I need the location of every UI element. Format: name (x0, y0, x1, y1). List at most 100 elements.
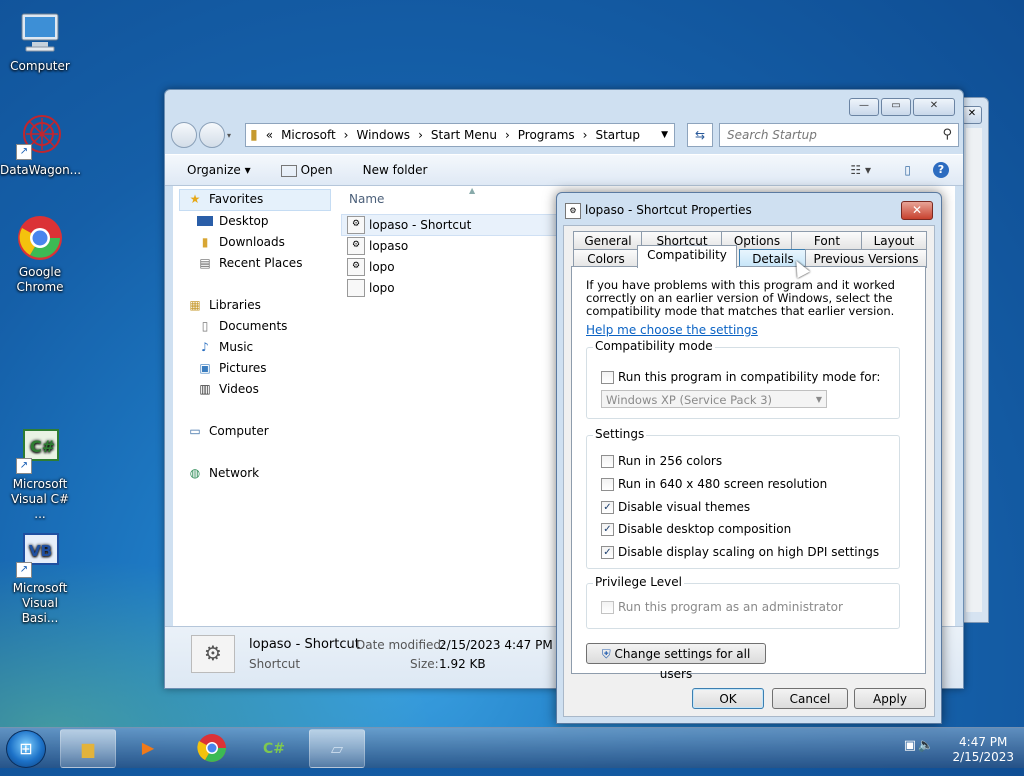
breadcrumb-microsoft[interactable]: Microsoft (281, 128, 336, 142)
nav-favorites[interactable]: ★ Favorites (187, 192, 264, 206)
desktop-icon-visual-basic[interactable]: VB ↗ Microsoft Visual Basi... (0, 530, 80, 626)
address-bar[interactable]: ▮ « Microsoft › Windows › Start Menu › P… (245, 123, 675, 147)
refresh-button[interactable]: ⇆ (687, 123, 713, 147)
change-settings-all-users-button[interactable]: ⛨ Change settings for all users (586, 643, 766, 681)
disable-desktop-composition-checkbox[interactable]: ✓ Disable desktop composition (601, 522, 791, 536)
column-header-name[interactable]: Name (349, 192, 384, 206)
list-item[interactable]: ⚙ lopaso - Shortcut (347, 216, 471, 234)
datawagon-icon: ↗ (16, 112, 64, 160)
apply-button[interactable]: Apply (854, 688, 926, 709)
new-folder-button[interactable]: New folder (363, 163, 428, 177)
list-item[interactable]: ⚙ lopaso (347, 237, 408, 255)
ok-button[interactable]: OK (692, 688, 764, 709)
details-modified-value: 2/15/2023 4:47 PM (439, 638, 553, 652)
volume-icon[interactable]: 🔈 (918, 738, 934, 753)
close-button[interactable]: ✕ (913, 98, 955, 116)
minimize-button[interactable]: — (849, 98, 879, 116)
nav-desktop[interactable]: Desktop (197, 214, 269, 228)
disable-dpi-scaling-checkbox[interactable]: ✓ Disable display scaling on high DPI set… (601, 545, 879, 559)
open-button[interactable]: Open (280, 163, 333, 177)
start-button[interactable]: ⊞ (6, 730, 46, 768)
nav-network[interactable]: ◍ Network (187, 466, 259, 480)
breadcrumb-programs[interactable]: Programs (518, 128, 575, 142)
nav-documents[interactable]: ▯ Documents (197, 319, 288, 333)
compatibility-mode-checkbox[interactable]: Run this program in compatibility mode f… (601, 370, 880, 384)
nav-libraries[interactable]: ▦ Libraries (187, 298, 261, 312)
disable-visual-themes-checkbox[interactable]: ✓ Disable visual themes (601, 500, 750, 514)
run-as-admin-checkbox[interactable]: Run this program as an administrator (601, 600, 843, 614)
cancel-button[interactable]: Cancel (772, 688, 848, 709)
clock[interactable]: 4:47 PM 2/15/2023 (952, 732, 1014, 765)
close-icon[interactable]: ✕ (962, 106, 982, 124)
desktop-icon-computer[interactable]: Computer (0, 8, 80, 74)
checkbox-box[interactable] (601, 454, 614, 468)
breadcrumb-startup[interactable]: Startup (595, 128, 640, 142)
tab-compatibility[interactable]: Compatibility (637, 245, 737, 268)
preview-pane-icon[interactable]: ▯ (904, 163, 911, 177)
organize-button[interactable]: Organize ▾ (187, 163, 251, 177)
nav-pictures[interactable]: ▣ Pictures (197, 361, 266, 375)
file-name: lopaso (369, 239, 409, 253)
select-value: Windows XP (Service Pack 3) (606, 393, 773, 407)
taskbar-media-player-button[interactable]: ▶ (121, 729, 175, 766)
network-tray-icon[interactable]: ▣ (904, 738, 916, 753)
compatibility-os-select[interactable]: Windows XP (Service Pack 3) ▼ (601, 390, 827, 408)
run-256-colors-checkbox[interactable]: Run in 256 colors (601, 454, 722, 468)
address-overflow[interactable]: « (266, 128, 273, 142)
nav-label: Desktop (219, 214, 269, 228)
dialog-close-button[interactable]: ✕ (901, 201, 933, 220)
scrollbar[interactable] (966, 128, 982, 612)
checkbox-box[interactable]: ✓ (601, 500, 614, 514)
breadcrumb-windows[interactable]: Windows (356, 128, 410, 142)
nav-label: Recent Places (219, 256, 303, 270)
run-640x480-checkbox[interactable]: Run in 640 x 480 screen resolution (601, 477, 827, 491)
search-input[interactable]: Search Startup ⚲ (719, 123, 959, 147)
help-icon[interactable]: ? (933, 162, 949, 178)
forward-button[interactable] (199, 122, 225, 148)
properties-window-icon: ▱ (330, 739, 344, 758)
list-item[interactable]: lopo (347, 279, 395, 297)
chevron-down-icon[interactable]: ▼ (661, 130, 668, 140)
checkbox-box[interactable]: ✓ (601, 522, 614, 536)
desktop-icon-visual-csharp[interactable]: C# ↗ Microsoft Visual C# ... (0, 426, 80, 522)
search-placeholder: Search Startup (727, 128, 817, 142)
nav-recent-places[interactable]: ▤ Recent Places (197, 256, 302, 270)
desktop-icon-chrome[interactable]: Google Chrome (0, 214, 80, 295)
view-options-icon[interactable]: ☷ ▾ (850, 163, 871, 177)
nav-computer[interactable]: ▭ Computer (187, 424, 268, 438)
dialog-title: lopaso - Shortcut Properties (585, 203, 752, 217)
checkbox-box[interactable] (601, 477, 614, 491)
tab-general[interactable]: General (573, 231, 643, 250)
nav-label: Favorites (209, 192, 264, 206)
computer-icon (16, 8, 64, 56)
shortcut-file-icon: ⚙ (347, 216, 365, 234)
help-choose-settings-link[interactable]: Help me choose the settings (586, 323, 758, 337)
shortcut-large-icon: ⚙ (191, 635, 235, 673)
checkbox-box[interactable]: ✓ (601, 545, 614, 559)
shortcut-icon: ⚙ (565, 203, 581, 219)
settings-group: Settings Run in 256 colors Run in 640 x … (586, 427, 900, 569)
nav-downloads[interactable]: ▮ Downloads (197, 235, 285, 249)
explorer-titlebar[interactable]: — ▭ ✕ (165, 90, 963, 120)
history-dropdown-icon[interactable]: ▾ (227, 131, 231, 140)
list-item[interactable]: ⚙ lopo (347, 258, 395, 276)
privilege-level-group: Privilege Level Run this program as an a… (586, 575, 900, 629)
nav-videos[interactable]: ▥ Videos (197, 382, 259, 396)
tab-font[interactable]: Font (791, 231, 863, 250)
music-icon: ♪ (201, 340, 209, 354)
taskbar-properties-button[interactable]: ▱ (309, 729, 365, 768)
taskbar-chrome-button[interactable] (185, 729, 239, 766)
taskbar-explorer-button[interactable]: ▆ (60, 729, 116, 768)
back-button[interactable] (171, 122, 197, 148)
breadcrumb-start-menu[interactable]: Start Menu (431, 128, 497, 142)
libraries-icon: ▦ (189, 298, 201, 312)
desktop-icon-datawagon[interactable]: ↗ DataWagon... (0, 112, 81, 178)
taskbar-visual-csharp-button[interactable]: C# (247, 729, 301, 766)
maximize-button[interactable]: ▭ (881, 98, 911, 116)
checkbox-box[interactable] (601, 370, 614, 384)
group-legend: Settings (593, 427, 647, 441)
nav-music[interactable]: ♪ Music (197, 340, 253, 354)
videos-icon: ▥ (199, 382, 211, 396)
checkbox-box[interactable] (601, 600, 614, 614)
tab-layout[interactable]: Layout (861, 231, 927, 250)
